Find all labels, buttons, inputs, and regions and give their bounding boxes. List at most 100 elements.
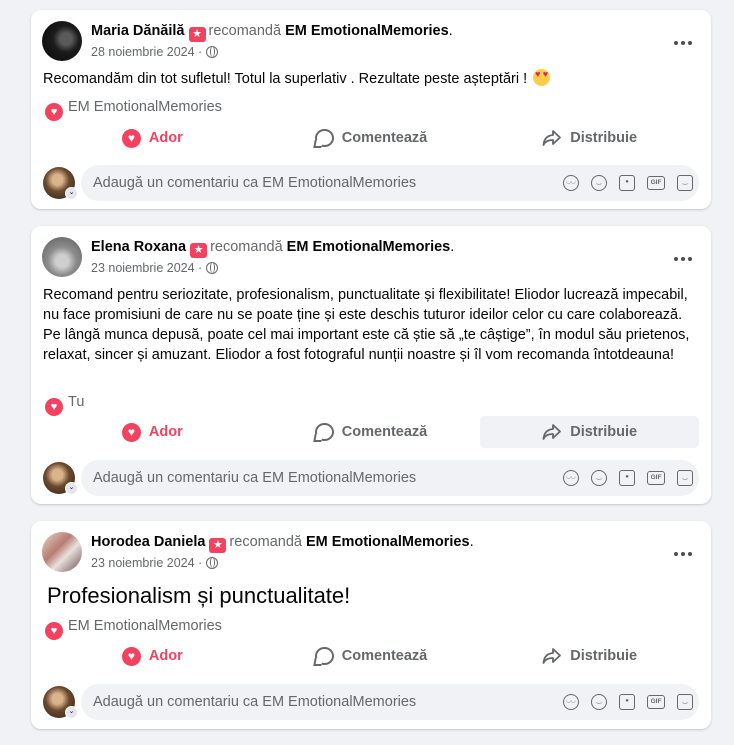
comment-button[interactable]: Comentează	[262, 640, 481, 672]
author-avatar[interactable]	[42, 237, 82, 277]
recommend-verb: recomandă	[208, 23, 282, 39]
review-post-1: Maria Dănăilă ★ recomandă EM EmotionalMemo…	[31, 10, 711, 209]
author-name[interactable]: Elena Roxana	[91, 239, 186, 255]
post-text: Recomand pentru seriozitate, profesional…	[43, 285, 695, 365]
love-button[interactable]: ♥ Ador	[43, 640, 262, 672]
comment-input[interactable]: Adaugă un comentariu ca EM EmotionalMemo…	[81, 684, 699, 720]
camera-icon[interactable]: ●	[619, 694, 635, 710]
post-text-content: Recomand pentru seriozitate, profesional…	[43, 287, 690, 363]
reactions-summary[interactable]: ♥ EM EmotionalMemories	[45, 616, 222, 640]
share-button[interactable]: Distribuie	[480, 640, 699, 672]
comment-input[interactable]: Adaugă un comentariu ca EM EmotionalMemo…	[81, 460, 699, 496]
love-reaction-icon: ♥	[45, 622, 63, 640]
comment-button[interactable]: Comentează	[262, 416, 481, 448]
sticker-icon[interactable]: ‿	[677, 470, 693, 486]
love-label: Ador	[148, 648, 183, 664]
comment-tools: ◡◡ ‿ ● GIF ‿	[563, 165, 693, 201]
gif-icon[interactable]: GIF	[647, 695, 665, 709]
love-label: Ador	[148, 130, 183, 146]
review-post-3: Horodea Daniela ★ recomandă EM EmotionalMe…	[31, 521, 711, 729]
reactions-summary[interactable]: ♥ EM EmotionalMemories	[45, 97, 222, 121]
more-options-icon[interactable]	[669, 36, 697, 50]
reactions-label: Tu	[68, 394, 85, 410]
chevron-down-icon[interactable]: ⌄	[65, 482, 78, 495]
recommend-verb: recomandă	[210, 239, 283, 255]
comment-composer: ⌄ Adaugă un comentariu ca EM EmotionalMe…	[43, 165, 699, 201]
comment-button[interactable]: Comentează	[262, 122, 481, 154]
gif-icon[interactable]: GIF	[647, 176, 665, 190]
avatar-sticker-icon[interactable]: ◡◡	[563, 175, 579, 191]
gif-icon[interactable]: GIF	[647, 471, 665, 485]
meta-separator: ·	[198, 45, 203, 59]
post-date[interactable]: 23 noiembrie 2024	[91, 556, 195, 570]
comment-placeholder: Adaugă un comentariu ca EM EmotionalMemo…	[93, 470, 417, 486]
comment-label: Comentează	[341, 130, 428, 146]
avatar-sticker-icon[interactable]: ◡◡	[563, 470, 579, 486]
share-label: Distribuie	[570, 424, 638, 440]
love-button[interactable]: ♥ Ador	[43, 122, 262, 154]
share-label: Distribuie	[570, 130, 638, 146]
public-globe-icon	[205, 262, 218, 274]
sticker-icon[interactable]: ‿	[677, 694, 693, 710]
love-icon: ♥	[121, 422, 141, 442]
emoji-icon[interactable]: ‿	[591, 175, 607, 191]
camera-icon[interactable]: ●	[619, 470, 635, 486]
post-meta: 23 noiembrie 2024 ·	[91, 260, 218, 276]
post-title-line: Horodea Daniela ★ recomandă EM EmotionalMe…	[91, 534, 474, 553]
share-icon	[542, 129, 562, 147]
share-button[interactable]: Distribuie	[480, 416, 700, 448]
public-globe-icon	[205, 46, 218, 58]
emoji-icon[interactable]: ‿	[591, 470, 607, 486]
comment-input[interactable]: Adaugă un comentariu ca EM EmotionalMemo…	[81, 165, 699, 201]
author-avatar[interactable]	[42, 21, 82, 61]
post-text: Recomandăm din tot sufletul! Totul la su…	[43, 69, 695, 89]
comment-label: Comentează	[341, 648, 428, 664]
post-date[interactable]: 28 noiembrie 2024	[91, 45, 195, 59]
camera-icon[interactable]: ●	[619, 175, 635, 191]
reactions-label: EM EmotionalMemories	[68, 99, 222, 115]
avatar-sticker-icon[interactable]: ◡◡	[563, 694, 579, 710]
share-button[interactable]: Distribuie	[480, 122, 699, 154]
recommend-icon: ★	[188, 27, 206, 42]
heart-eyes-emoji-icon	[533, 69, 551, 86]
reactions-summary[interactable]: ♥ Tu	[45, 392, 85, 416]
recommend-verb: recomandă	[229, 534, 302, 550]
page-name-link[interactable]: EM EmotionalMemories	[287, 239, 451, 255]
sticker-icon[interactable]: ‿	[677, 175, 693, 191]
author-name[interactable]: Maria Dănăilă	[91, 23, 185, 39]
post-text-content: Profesionalism și punctualitate!	[47, 583, 351, 608]
recommend-icon: ★	[209, 538, 227, 553]
chevron-down-icon[interactable]: ⌄	[65, 706, 78, 719]
post-header: Elena Roxana ★ recomandă EM EmotionalMemor…	[42, 236, 711, 278]
comment-tools: ◡◡ ‿ ● GIF ‿	[563, 460, 693, 496]
page-name-link[interactable]: EM EmotionalMemories	[285, 23, 449, 39]
post-date[interactable]: 23 noiembrie 2024	[91, 261, 195, 275]
author-name[interactable]: Horodea Daniela	[91, 534, 205, 550]
more-options-icon[interactable]	[669, 252, 697, 266]
reactions-label: EM EmotionalMemories	[68, 618, 222, 634]
love-icon: ♥	[121, 128, 141, 148]
love-label: Ador	[148, 424, 183, 440]
post-meta: 23 noiembrie 2024 ·	[91, 555, 218, 571]
emoji-icon[interactable]: ‿	[591, 694, 607, 710]
author-avatar[interactable]	[42, 532, 82, 572]
more-options-icon[interactable]	[669, 547, 697, 561]
post-header: Horodea Daniela ★ recomandă EM EmotionalMe…	[42, 531, 711, 573]
love-button[interactable]: ♥ Ador	[43, 416, 262, 448]
meta-separator: ·	[198, 556, 203, 570]
page-name-link[interactable]: EM EmotionalMemories	[306, 534, 470, 550]
meta-separator: ·	[198, 261, 203, 275]
post-meta: 28 noiembrie 2024 ·	[91, 44, 218, 60]
share-icon	[542, 423, 562, 441]
public-globe-icon	[205, 557, 218, 569]
comment-composer: ⌄ Adaugă un comentariu ca EM EmotionalMe…	[43, 684, 699, 720]
comment-icon	[314, 647, 334, 665]
action-bar: ♥ Ador Comentează Distribuie	[43, 640, 699, 672]
love-reaction-icon: ♥	[45, 398, 63, 416]
comment-icon	[314, 423, 334, 441]
action-bar: ♥ Ador Comentează Distribuie	[43, 122, 699, 154]
post-title-line: Maria Dănăilă ★ recomandă EM EmotionalMemo…	[91, 23, 453, 42]
action-bar: ♥ Ador Comentează Distribuie	[43, 416, 700, 448]
recommend-icon: ★	[190, 243, 208, 258]
chevron-down-icon[interactable]: ⌄	[65, 187, 78, 200]
